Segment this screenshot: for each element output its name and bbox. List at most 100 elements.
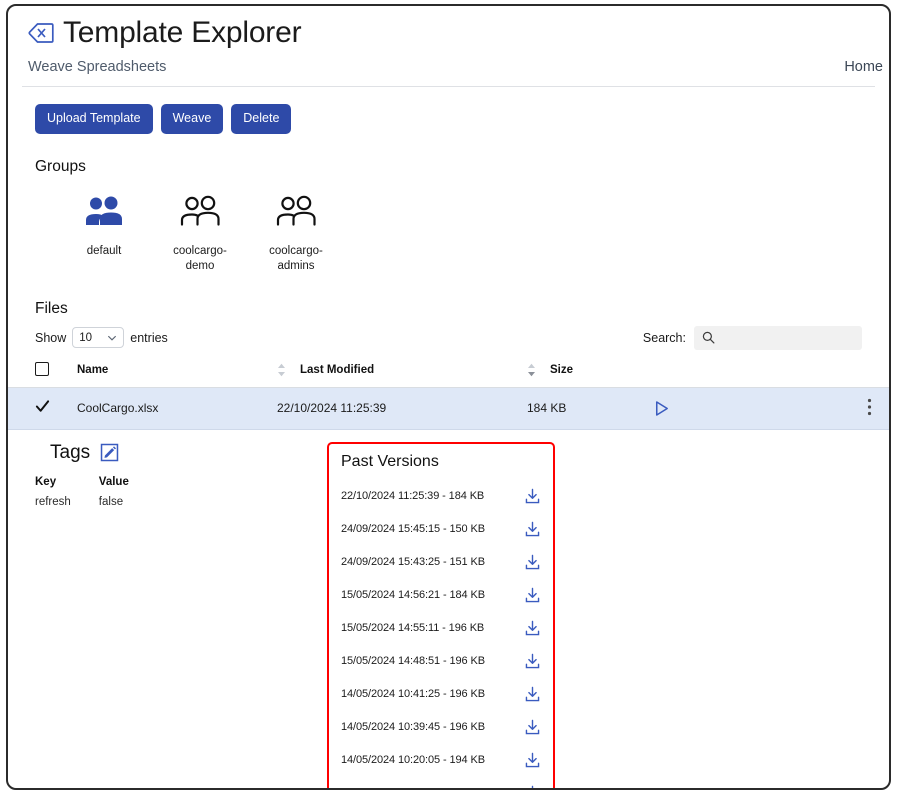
tags-table-head: Key Value	[35, 476, 157, 496]
sort-arrows-icon	[528, 363, 535, 377]
table-header-row: Name Last Modified Size	[8, 361, 889, 388]
download-icon[interactable]	[524, 554, 541, 571]
action-toolbar: Upload Template Weave Delete	[8, 87, 889, 134]
play-icon[interactable]	[652, 399, 671, 418]
download-icon[interactable]	[524, 488, 541, 505]
tags-key-header: Key	[35, 475, 57, 488]
past-version-row: 21/03/2024 11:41:51 - 9 MB	[341, 777, 541, 789]
table-tools: Show 10 entries Search:	[8, 318, 889, 350]
edit-pencil-icon[interactable]	[100, 443, 119, 462]
download-icon[interactable]	[524, 587, 541, 604]
past-version-row: 15/05/2024 14:56:21 - 184 KB	[341, 579, 541, 612]
column-header-name-label: Name	[77, 364, 109, 376]
past-version-row: 14/05/2024 10:39:45 - 196 KB	[341, 711, 541, 744]
past-versions-title: Past Versions	[341, 452, 439, 470]
download-icon[interactable]	[524, 620, 541, 637]
row-select-cell[interactable]	[8, 387, 77, 430]
past-version-label: 15/05/2024 14:56:21 - 184 KB	[341, 589, 485, 601]
people-filled-icon	[86, 196, 122, 225]
past-version-label: 24/09/2024 15:45:15 - 150 KB	[341, 523, 485, 535]
row-name-cell: CoolCargo.xlsx	[77, 387, 277, 430]
tag-close-icon[interactable]	[28, 22, 54, 44]
column-header-last-modified-label: Last Modified	[300, 364, 375, 376]
weave-button[interactable]: Weave	[160, 104, 224, 134]
search-input[interactable]	[721, 329, 855, 346]
past-version-row: 24/09/2024 15:43:25 - 151 KB	[341, 546, 541, 579]
select-all-header[interactable]	[8, 361, 77, 388]
column-header-last-modified[interactable]: Last Modified	[277, 361, 527, 388]
column-header-menu	[812, 361, 889, 388]
past-version-label: 14/05/2024 10:20:05 - 194 KB	[341, 754, 485, 766]
subheader-row: Weave Spreadsheets Home	[28, 59, 883, 75]
groups-list: default coolcargo-demo coolcargo-admins	[8, 192, 889, 274]
tags-panel: Tags Key Value refresh false	[35, 442, 305, 508]
past-version-label: 14/05/2024 10:41:25 - 196 KB	[341, 688, 485, 700]
checkmark-icon[interactable]	[35, 399, 50, 414]
files-table-body: CoolCargo.xlsx 22/10/2024 11:25:39 184 K…	[8, 387, 889, 430]
download-icon[interactable]	[524, 785, 541, 789]
group-item-coolcargo-demo[interactable]: coolcargo-demo	[152, 192, 248, 274]
search-control: Search:	[642, 325, 862, 350]
row-run-cell[interactable]	[652, 387, 812, 430]
tags-table-body: refresh false	[35, 496, 157, 508]
column-header-run	[652, 361, 812, 388]
upload-template-button[interactable]: Upload Template	[35, 104, 153, 134]
chevron-down-icon	[108, 335, 117, 341]
show-suffix-label: entries	[130, 330, 168, 345]
file-details: Tags Key Value refresh false Past Versio…	[8, 441, 889, 789]
delete-button[interactable]: Delete	[231, 104, 292, 134]
app-subtitle: Weave Spreadsheets	[28, 59, 167, 75]
group-item-default[interactable]: default	[56, 192, 152, 274]
group-label: default	[86, 244, 122, 257]
download-icon[interactable]	[524, 752, 541, 769]
past-version-row: 14/05/2024 10:41:25 - 196 KB	[341, 678, 541, 711]
groups-heading: Groups	[35, 157, 86, 175]
past-version-row: 24/09/2024 15:45:15 - 150 KB	[341, 513, 541, 546]
past-version-row: 14/05/2024 10:20:05 - 194 KB	[341, 744, 541, 777]
page-title: Template Explorer	[63, 16, 302, 49]
row-size-cell: 184 KB	[527, 387, 652, 430]
column-header-name[interactable]: Name	[77, 361, 277, 388]
past-version-label: 14/05/2024 10:39:45 - 196 KB	[341, 721, 485, 733]
entries-per-page-value: 10	[79, 331, 93, 344]
app-header: Template Explorer Weave Spreadsheets Hom…	[8, 6, 889, 75]
search-icon	[702, 331, 715, 344]
group-label: coolcargo-demo	[173, 244, 227, 272]
tags-table: Key Value refresh false	[35, 476, 157, 508]
search-box[interactable]	[694, 325, 862, 350]
files-table: Name Last Modified Size CoolCargo.xlsx 2…	[8, 361, 889, 430]
past-versions-panel: Past Versions 22/10/2024 11:25:39 - 184 …	[327, 441, 555, 789]
past-version-row: 15/05/2024 14:55:11 - 196 KB	[341, 612, 541, 645]
tags-title: Tags	[50, 441, 91, 463]
download-icon[interactable]	[524, 686, 541, 703]
files-table-head: Name Last Modified Size	[8, 361, 889, 388]
past-version-label: 21/03/2024 11:41:51 - 9 MB	[341, 787, 474, 788]
tag-value: false	[98, 495, 124, 508]
page-content: Template Explorer Weave Spreadsheets Hom…	[8, 6, 889, 788]
select-all-checkbox[interactable]	[35, 361, 49, 376]
kebab-menu-icon[interactable]	[867, 398, 872, 416]
sort-arrows-icon	[278, 363, 285, 377]
show-prefix-label: Show	[35, 330, 67, 345]
entries-per-page-select[interactable]: 10	[72, 327, 125, 348]
group-item-coolcargo-admins[interactable]: coolcargo-admins	[248, 192, 344, 274]
show-entries-control: Show 10 entries	[35, 327, 168, 348]
row-menu-cell[interactable]	[812, 387, 889, 430]
download-icon[interactable]	[524, 521, 541, 538]
past-version-label: 15/05/2024 14:55:11 - 196 KB	[341, 622, 485, 634]
files-heading: Files	[35, 299, 68, 317]
column-header-size[interactable]: Size	[527, 361, 652, 388]
past-version-label: 22/10/2024 11:25:39 - 184 KB	[341, 490, 485, 502]
table-row[interactable]: CoolCargo.xlsx 22/10/2024 11:25:39 184 K…	[8, 387, 889, 430]
download-icon[interactable]	[524, 719, 541, 736]
tag-row: refresh false	[35, 496, 157, 508]
tag-key: refresh	[35, 495, 71, 508]
past-version-row: 22/10/2024 11:25:39 - 184 KB	[341, 480, 541, 513]
people-outline-icon	[276, 195, 316, 226]
tags-value-header: Value	[98, 475, 129, 488]
download-icon[interactable]	[524, 653, 541, 670]
home-link[interactable]: Home	[844, 59, 883, 75]
tags-header: Tags	[35, 442, 305, 464]
search-label: Search:	[642, 330, 686, 345]
people-outline-icon	[180, 195, 220, 226]
